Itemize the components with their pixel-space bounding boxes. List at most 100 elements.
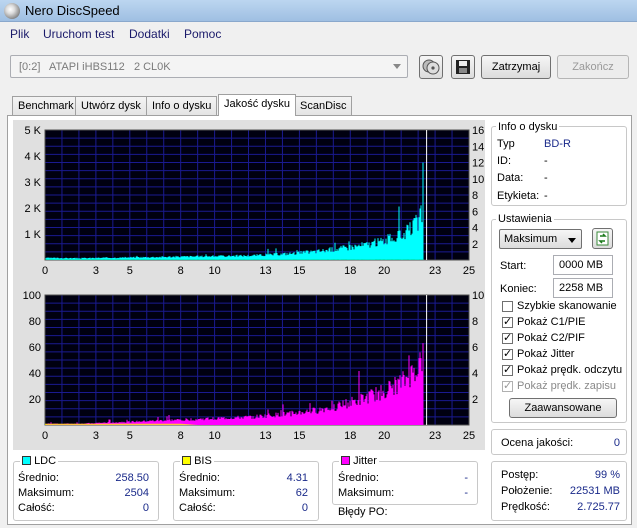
x-tick-label: 3 <box>93 430 99 442</box>
ldc-color-swatch <box>22 456 31 465</box>
option-checkbox[interactable] <box>502 315 513 328</box>
y-tick-label-right: 10 <box>472 290 484 302</box>
option-label: Pokaż Jitter <box>517 348 575 360</box>
end-label: Koniec: <box>500 283 537 295</box>
discs-icon <box>422 59 440 75</box>
option-label: Pokaż C1/PIE <box>517 316 586 328</box>
ldc-max-value: 2504 <box>124 487 149 499</box>
stop-button[interactable]: Zatrzymaj <box>481 55 551 79</box>
start-field[interactable]: 0000 MB <box>553 255 613 275</box>
speed-label: Prędkość: <box>501 501 550 513</box>
option-checkbox <box>502 379 513 392</box>
y-tick-label-right: 10 <box>472 174 484 186</box>
tab-benchmark[interactable]: Benchmark <box>12 96 80 115</box>
ldc-avg-label: Średnio: <box>18 472 59 484</box>
option-label: Pokaż prędk. odczytu <box>517 364 623 376</box>
x-tick-label: 23 <box>429 430 441 442</box>
speed-value: 2.725.77 <box>577 501 620 513</box>
x-tick-label: 8 <box>178 265 184 277</box>
chart-panel: 1 K 2 K 3 K 4 K 5 K 2 4 6 8 10 12 14 16 0 3 5 8 10 13 15 18 2… <box>13 120 485 450</box>
y-tick-label-left: 60 <box>29 342 41 354</box>
bis-total-value: 0 <box>301 502 308 514</box>
x-tick-label: 10 <box>208 265 220 277</box>
speed-select[interactable]: Maksimum <box>499 229 582 249</box>
y-tick-label-right: 12 <box>472 158 484 170</box>
jitter-avg-label: Średnio: <box>338 472 379 484</box>
option-label: Pokaż C2/PIF <box>517 332 585 344</box>
y-tick-label-left: 1 K <box>24 229 41 241</box>
chevron-down-icon <box>393 64 401 69</box>
x-tick-label: 25 <box>463 430 475 442</box>
app-disc-icon <box>4 3 20 19</box>
option-label: Pokaż prędk. zapisu <box>517 380 617 392</box>
refresh-speed-button[interactable] <box>592 228 613 249</box>
po-errors-label: Błędy PO: <box>338 506 388 518</box>
menu-pomoc[interactable]: Pomoc <box>184 27 221 41</box>
quality-value: 0 <box>613 437 620 449</box>
disc-type-label: Typ <box>497 138 515 150</box>
x-tick-label: 15 <box>293 430 305 442</box>
y-tick-label-left: 4 K <box>24 151 41 163</box>
jitter-title-wrap: Jitter <box>339 455 379 467</box>
quality-label: Ocena jakości: <box>501 437 574 449</box>
finish-button[interactable]: Zakończ <box>557 55 629 79</box>
window-title: Nero DiscSpeed <box>25 3 120 18</box>
end-field[interactable]: 2258 MB <box>553 278 613 298</box>
option-checkbox[interactable] <box>502 363 513 376</box>
disc-info-button[interactable] <box>419 55 443 79</box>
drive-select-value: [0:2] ATAPI iHBS112 2 CL0K <box>19 61 171 73</box>
tab-disc-quality[interactable]: Jakość dysku <box>218 94 297 116</box>
x-tick-label: 0 <box>42 430 48 442</box>
drive-select[interactable]: [0:2] ATAPI iHBS112 2 CL0K <box>10 55 408 78</box>
y-tick-label-left: 3 K <box>24 177 41 189</box>
bis-total-label: Całość: <box>179 502 216 514</box>
tab-create-disc[interactable]: Utwórz dysk <box>75 96 147 115</box>
x-tick-label: 3 <box>93 265 99 277</box>
save-button[interactable] <box>451 55 475 79</box>
x-tick-label: 20 <box>378 430 390 442</box>
bis-chart: 204060801002468100 3 5 8 10 13 15 18 20 23 25 <box>23 290 485 442</box>
bis-title-wrap: BIS <box>180 455 214 467</box>
y-tick-label-left: 2 K <box>24 203 41 215</box>
ldc-avg-value: 258.50 <box>115 472 149 484</box>
tab-disc-info[interactable]: Info o dysku <box>146 96 218 115</box>
y-tick-label-right: 6 <box>472 206 478 218</box>
option-checkbox[interactable] <box>502 331 513 344</box>
option-checkbox[interactable] <box>502 347 513 360</box>
start-label: Start: <box>500 260 527 272</box>
ldc-total-label: Całość: <box>18 502 55 514</box>
bis-title: BIS <box>194 455 212 467</box>
y-tick-label-left: 80 <box>29 316 41 328</box>
option-checkbox[interactable] <box>502 301 513 312</box>
progress-value: 99 % <box>594 469 620 481</box>
y-tick-label-right: 6 <box>472 342 478 354</box>
ldc-total-value: 0 <box>142 502 149 514</box>
y-tick-label-right: 2 <box>472 394 478 406</box>
y-tick-label-left: 5 K <box>24 125 41 137</box>
ldc-title: LDC <box>34 455 57 467</box>
advanced-button[interactable]: Zaawansowane <box>509 398 617 418</box>
progress-label: Postęp: <box>501 469 539 481</box>
bis-max-label: Maksimum: <box>179 487 236 499</box>
x-tick-label: 8 <box>178 430 184 442</box>
bis-avg-label: Średnio: <box>179 472 220 484</box>
jitter-color-swatch <box>341 456 350 465</box>
x-tick-label: 20 <box>378 265 390 277</box>
y-tick-label-right: 8 <box>472 190 478 202</box>
x-tick-label: 10 <box>208 430 220 442</box>
x-tick-label: 15 <box>293 265 305 277</box>
disc-info-title: Info o dysku <box>496 121 560 133</box>
x-tick-label: 13 <box>259 265 271 277</box>
chevron-down-icon <box>568 238 576 243</box>
tab-scandisc[interactable]: ScanDisc <box>294 96 353 115</box>
y-tick-label-right: 14 <box>472 141 484 153</box>
menu-plik[interactable]: Plik <box>10 27 29 41</box>
menu-dodatki[interactable]: Dodatki <box>129 27 170 41</box>
bis-color-swatch <box>182 456 191 465</box>
disc-tag-value: - <box>544 190 548 202</box>
disc-date-label: Data: <box>497 172 524 184</box>
x-tick-label: 5 <box>127 265 133 277</box>
disc-id-label: ID: <box>497 155 512 167</box>
menu-uruchom-test[interactable]: Uruchom test <box>43 27 114 41</box>
settings-title: Ustawienia <box>496 213 554 225</box>
